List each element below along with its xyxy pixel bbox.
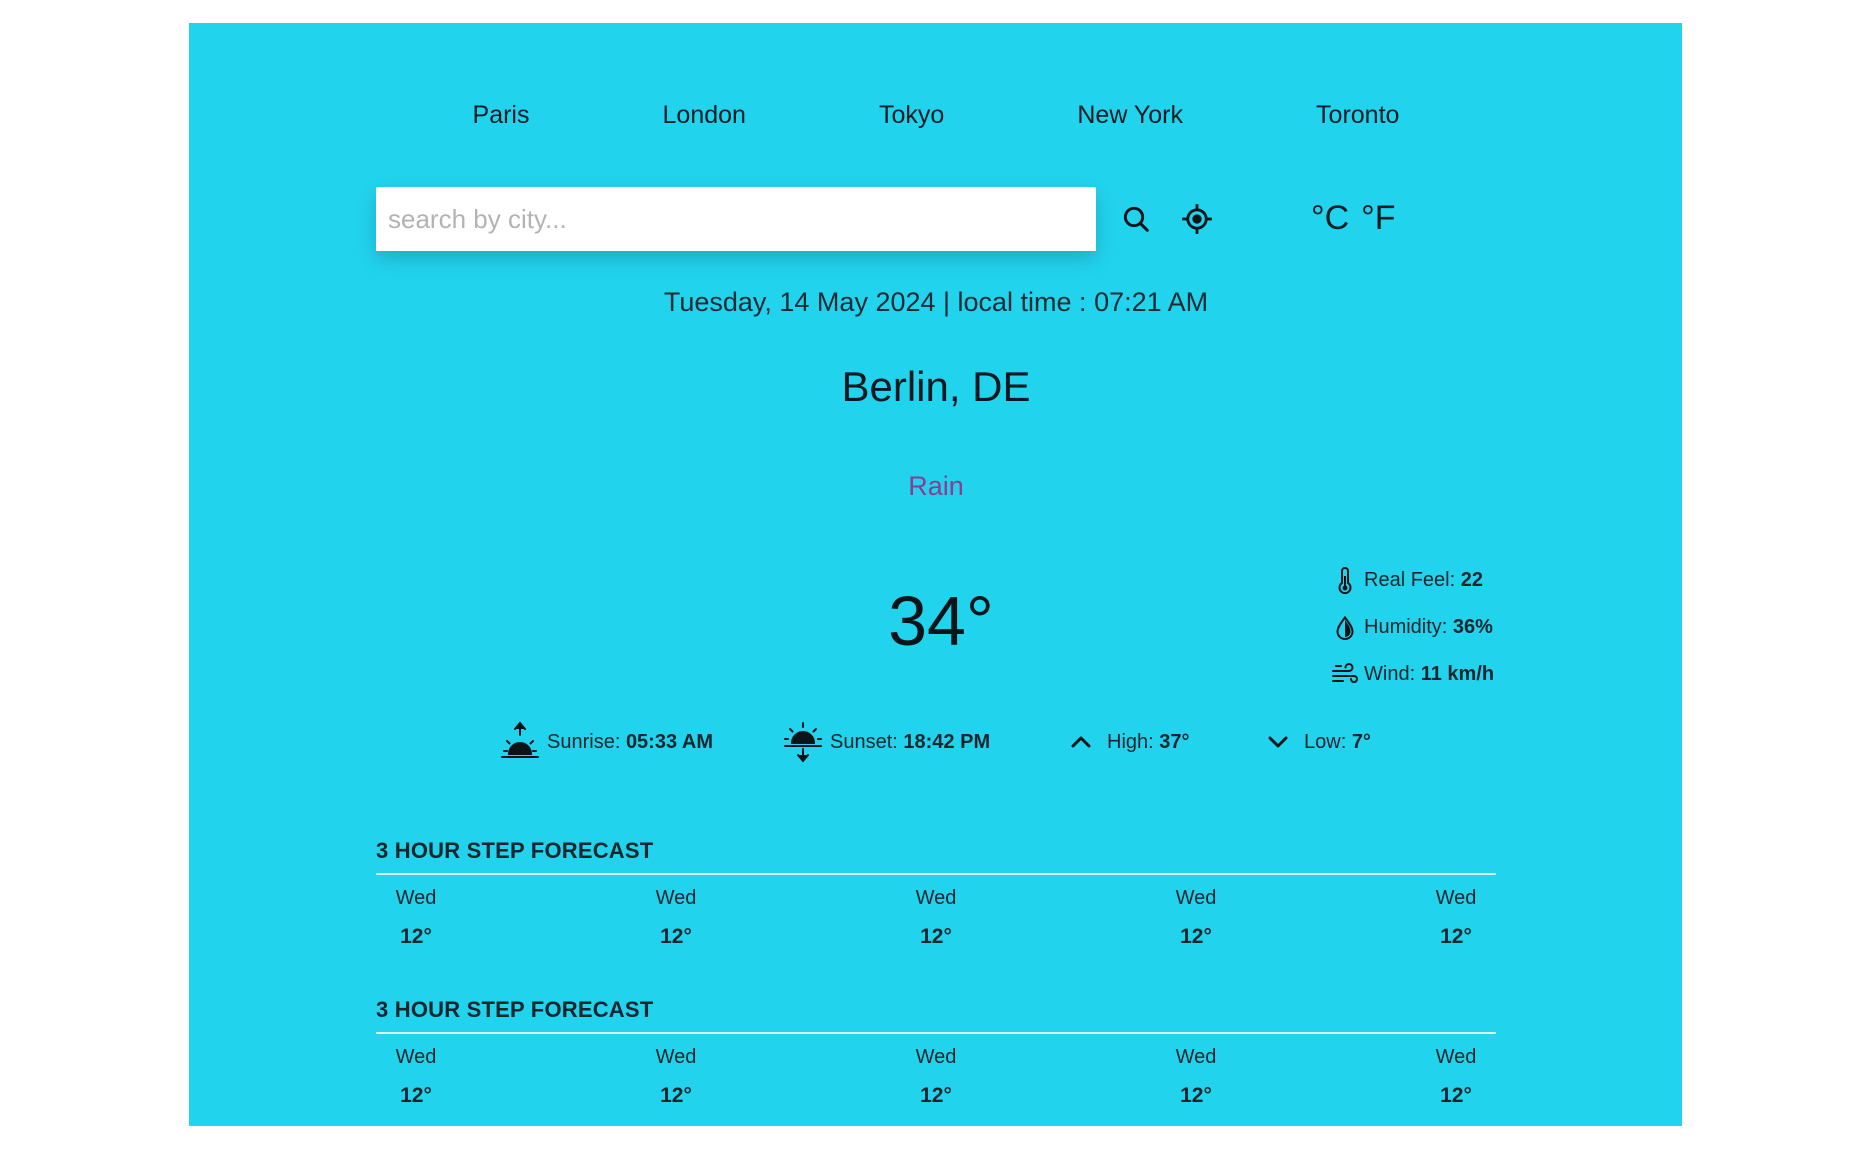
forecast-item: Wed 12° (896, 1042, 976, 1108)
forecast-item: Wed 12° (376, 883, 456, 949)
forecast-temp: 12° (660, 925, 692, 948)
high-stat: High: 37° (1069, 718, 1190, 766)
sunset-label: Sunset: (830, 730, 898, 753)
wind-row: Wind: 11 km/h (1330, 651, 1500, 698)
search-icon[interactable] (1118, 201, 1154, 237)
sunrise-icon (499, 721, 541, 763)
high-value: 37° (1159, 730, 1190, 753)
city-link-paris[interactable]: Paris (473, 101, 530, 130)
weather-condition: Rain (908, 471, 964, 501)
forecast-item: Wed 12° (636, 883, 716, 949)
forecast-temp: 12° (400, 925, 432, 948)
low-label: Low: (1304, 730, 1347, 753)
thermometer-icon (1330, 566, 1360, 595)
high-label: High: (1107, 730, 1154, 753)
forecast-divider (376, 1032, 1496, 1034)
forecast-temp: 12° (1180, 1084, 1212, 1107)
forecast-items: Wed 12° Wed 12° Wed 12° Wed 12° Wed 12° (376, 1042, 1496, 1108)
sunset-icon (782, 721, 824, 763)
forecast-day: Wed (395, 887, 437, 909)
forecast-temp: 12° (1440, 925, 1472, 948)
forecast-day: Wed (395, 1046, 437, 1068)
forecast-day: Wed (655, 1046, 697, 1068)
chevron-down-icon (1266, 730, 1290, 754)
forecast-temp: 12° (400, 1084, 432, 1107)
low-value: 7° (1351, 730, 1371, 753)
forecast-item: Wed 12° (1156, 1042, 1236, 1108)
forecast-day: Wed (1175, 1046, 1217, 1068)
forecast-items: Wed 12° Wed 12° Wed 12° Wed 12° Wed 12° (376, 883, 1496, 949)
forecast-item: Wed 12° (636, 1042, 716, 1108)
search-input[interactable] (376, 187, 1096, 251)
location-title: Berlin, DE (841, 363, 1031, 410)
fahrenheit-button[interactable]: °F (1361, 199, 1395, 238)
real-feel-label: Real Feel: (1364, 569, 1456, 591)
forecast-day: Wed (915, 887, 957, 909)
forecast-item: Wed 12° (1156, 883, 1236, 949)
weather-app: Paris London Tokyo New York Toronto sear… (189, 23, 1682, 1126)
forecast-section-1: 3 HOUR STEP FORECAST Wed 12° Wed 12° Wed… (376, 833, 1496, 949)
forecast-temp: 12° (1180, 925, 1212, 948)
forecast-day: Wed (655, 887, 697, 909)
app-content: Paris London Tokyo New York Toronto sear… (376, 23, 1496, 1126)
celsius-button[interactable]: °C (1311, 199, 1349, 238)
forecast-item: Wed 12° (1416, 883, 1496, 949)
weather-details: Real Feel: 22 Humidity: 36% Wind: 11 km/… (1330, 557, 1500, 698)
chevron-up-icon (1069, 730, 1093, 754)
forecast-temp: 12° (920, 925, 952, 948)
sunset-stat: Sunset: 18:42 PM (782, 718, 990, 766)
city-links: Paris London Tokyo New York Toronto (376, 101, 1496, 130)
location-crosshair-icon[interactable] (1179, 201, 1215, 237)
humidity-value: 36% (1452, 616, 1493, 638)
sunrise-stat: Sunrise: 05:33 AM (499, 718, 713, 766)
local-datetime: Tuesday, 14 May 2024 | local time : 07:2… (663, 287, 1209, 317)
current-temperature: 34° (888, 582, 994, 660)
city-link-london[interactable]: London (663, 101, 746, 130)
droplet-icon (1330, 615, 1360, 640)
sunrise-value: 05:33 AM (625, 730, 714, 753)
forecast-item: Wed 12° (376, 1042, 456, 1108)
forecast-temp: 12° (920, 1084, 952, 1107)
city-link-new-york[interactable]: New York (1077, 101, 1183, 130)
forecast-day: Wed (915, 1046, 957, 1068)
forecast-day: Wed (1435, 887, 1477, 909)
wind-label: Wind: (1364, 663, 1416, 685)
forecast-item: Wed 12° (1416, 1042, 1496, 1108)
wind-icon (1330, 662, 1360, 687)
real-feel-row: Real Feel: 22 (1330, 557, 1500, 604)
sunset-value: 18:42 PM (903, 730, 991, 753)
forecast-day: Wed (1435, 1046, 1477, 1068)
humidity-row: Humidity: 36% (1330, 604, 1500, 651)
forecast-item: Wed 12° (896, 883, 976, 949)
forecast-section-2: 3 HOUR STEP FORECAST Wed 12° Wed 12° Wed… (376, 992, 1496, 1108)
forecast-title: 3 HOUR STEP FORECAST (376, 997, 654, 1022)
unit-toggle: °C °F (1311, 199, 1396, 238)
sun-and-range-stats: Sunrise: 05:33 AM Sunset: 18:42 PM High:… (376, 718, 1496, 766)
humidity-label: Humidity: (1364, 616, 1448, 638)
real-feel-value: 22 (1460, 569, 1483, 591)
forecast-divider (376, 873, 1496, 875)
sunrise-label: Sunrise: (547, 730, 621, 753)
forecast-title: 3 HOUR STEP FORECAST (376, 838, 654, 863)
forecast-temp: 12° (660, 1084, 692, 1107)
forecast-day: Wed (1175, 887, 1217, 909)
wind-value: 11 km/h (1420, 663, 1495, 685)
low-stat: Low: 7° (1266, 718, 1371, 766)
search-row: °C °F (376, 187, 1496, 251)
city-link-tokyo[interactable]: Tokyo (879, 101, 944, 130)
forecast-temp: 12° (1440, 1084, 1472, 1107)
city-link-toronto[interactable]: Toronto (1316, 101, 1399, 130)
